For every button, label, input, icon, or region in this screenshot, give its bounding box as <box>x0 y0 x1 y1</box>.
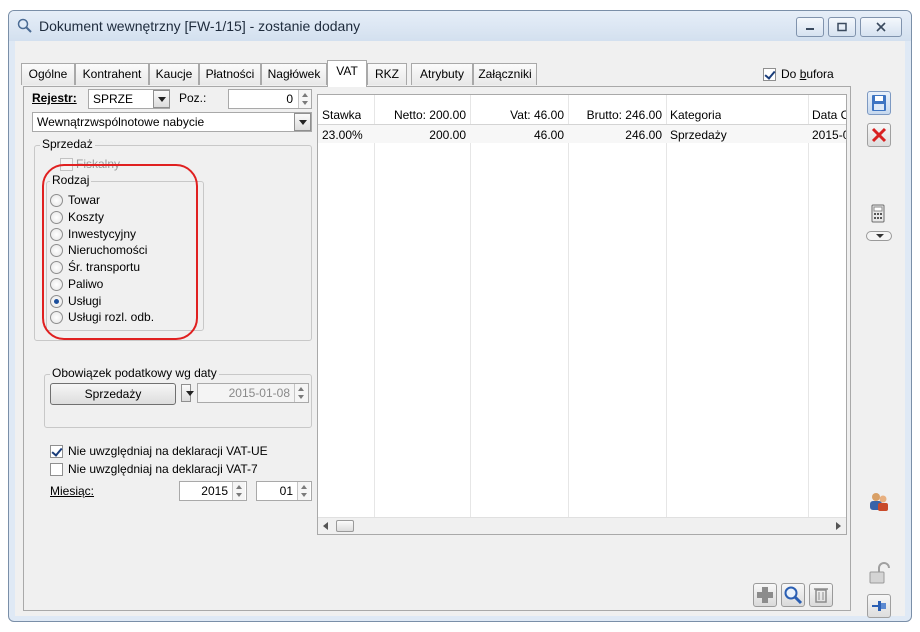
maximize-button[interactable] <box>828 17 856 37</box>
tab-kaucje[interactable]: Kaucje <box>149 63 199 85</box>
unlock-button[interactable] <box>867 562 891 586</box>
grid-cell-brutto: 246.00 <box>625 128 662 142</box>
transaction-type-combo[interactable]: Wewnątrzwspólnotowe nabycie <box>32 112 312 132</box>
grid-header-brutto[interactable]: Brutto: 246.00 <box>572 108 662 122</box>
obowiazek-date-value: 2015-01-08 <box>228 386 290 400</box>
title-bar: Dokument wewnętrzny [FW-1/15] - zostanie… <box>9 11 911 41</box>
miesiac-month-value: 01 <box>279 484 293 498</box>
miesiac-year-value: 2015 <box>201 484 228 498</box>
rejestr-value: SPRZE <box>93 92 134 106</box>
obowiazek-dropdown-button[interactable] <box>181 384 194 402</box>
tab-platnosci[interactable]: Płatności <box>199 63 261 85</box>
add-icon <box>757 587 773 603</box>
grid-header-vat[interactable]: Vat: 46.00 <box>474 108 564 122</box>
scroll-thumb[interactable] <box>336 520 354 532</box>
obowiazek-date-field[interactable]: 2015-01-08 <box>197 383 309 403</box>
close-icon <box>876 22 886 32</box>
minimize-icon <box>806 28 814 30</box>
vat-grid[interactable]: Stawka Netto: 200.00 Vat: 46.00 Brutto: … <box>317 94 847 535</box>
vat-7-checkbox[interactable] <box>50 463 63 476</box>
miesiac-month-spinner[interactable] <box>297 482 310 500</box>
vat-7-label: Nie uwzględniaj na deklaracji VAT-7 <box>68 462 258 476</box>
calculator-dropdown-button[interactable] <box>866 231 892 241</box>
grid-cell-stawka: 23.00% <box>322 128 363 142</box>
grid-header-stawka[interactable]: Stawka <box>322 108 361 122</box>
do-bufora-checkbox[interactable] <box>763 68 776 81</box>
magnifier-icon <box>17 18 32 33</box>
tab-vat[interactable]: VAT <box>327 60 367 87</box>
close-button[interactable] <box>860 17 902 37</box>
add-button[interactable] <box>753 583 777 607</box>
tab-zalaczniki[interactable]: Załączniki <box>473 63 537 85</box>
cancel-button[interactable] <box>867 123 891 147</box>
tab-ogolne[interactable]: Ogólne <box>21 63 75 85</box>
scroll-right-icon[interactable] <box>834 522 842 530</box>
grid-header-data[interactable]: Data O <box>812 108 846 122</box>
obowiazek-date-spinner[interactable] <box>294 384 307 402</box>
poz-value: 0 <box>286 92 293 106</box>
tab-kontrahent[interactable]: Kontrahent <box>75 63 149 85</box>
users-icon <box>870 493 888 511</box>
vat-ue-label: Nie uwzględniaj na deklaracji VAT-UE <box>68 444 268 458</box>
scroll-left-icon[interactable] <box>322 522 330 530</box>
cancel-icon <box>871 127 887 143</box>
grid-header-kategoria[interactable]: Kategoria <box>670 108 721 122</box>
save-icon <box>872 95 886 111</box>
pin-icon <box>872 601 886 611</box>
obowiazek-date-type-button[interactable]: Sprzedaży <box>50 383 176 405</box>
minimize-button[interactable] <box>796 17 824 37</box>
rejestr-dropdown-button[interactable] <box>153 90 170 108</box>
dialog-client: Ogólne Kontrahent Kaucje Płatności Nagłó… <box>15 41 905 618</box>
save-button[interactable] <box>867 91 891 115</box>
pin-button[interactable] <box>867 594 891 618</box>
transaction-type-value: Wewnątrzwspólnotowe nabycie <box>37 115 205 129</box>
grid-cell-netto: 200.00 <box>429 128 466 142</box>
grid-cell-kategoria: Sprzedaży <box>670 128 727 142</box>
rejestr-label: Rejestr: <box>32 91 77 105</box>
grid-cell-vat: 46.00 <box>533 128 564 142</box>
unlock-icon <box>869 562 890 584</box>
do-bufora-label: Do bufora <box>781 67 834 81</box>
grid-cell-data: 2015-0 <box>812 128 846 142</box>
miesiac-label: Miesiąc: <box>50 484 95 498</box>
grid-header-netto[interactable]: Netto: 200.00 <box>378 108 466 122</box>
calculator-icon <box>871 204 885 223</box>
sprzedaz-title: Sprzedaż <box>40 137 95 151</box>
chevron-down-icon <box>876 234 884 238</box>
maximize-icon <box>837 22 847 32</box>
poz-spinner[interactable] <box>298 90 311 108</box>
poz-label: Poz.: <box>179 91 207 105</box>
window-title: Dokument wewnętrzny [FW-1/15] - zostanie… <box>39 18 361 34</box>
miesiac-year-spinner[interactable] <box>232 482 245 500</box>
preview-icon <box>784 586 803 605</box>
trash-icon <box>814 588 828 603</box>
preview-button[interactable] <box>781 583 805 607</box>
users-button[interactable] <box>867 489 891 513</box>
calculator-button[interactable] <box>867 203 891 227</box>
horizontal-scrollbar[interactable] <box>318 517 846 534</box>
transaction-type-dropdown-button[interactable] <box>294 113 311 131</box>
tab-rkz[interactable]: RKZ <box>367 63 407 85</box>
delete-button[interactable] <box>809 583 833 607</box>
tab-atrybuty[interactable]: Atrybuty <box>411 63 473 85</box>
document-window: Dokument wewnętrzny [FW-1/15] - zostanie… <box>8 10 912 622</box>
tab-naglowek[interactable]: Nagłówek <box>261 63 327 85</box>
obowiazek-title: Obowiązek podatkowy wg daty <box>50 366 219 380</box>
vat-ue-checkbox[interactable] <box>50 445 63 458</box>
highlight-circle <box>42 164 198 340</box>
